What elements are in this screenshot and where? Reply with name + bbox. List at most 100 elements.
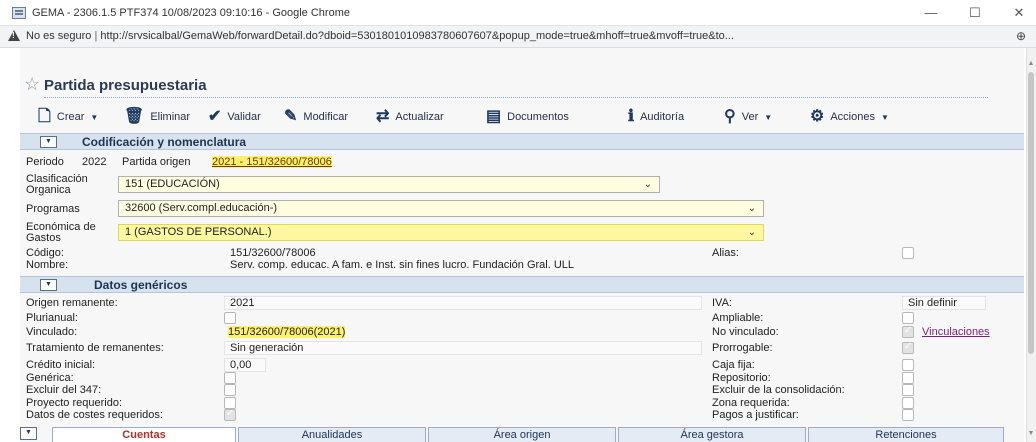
zona-requerida-checkbox[interactable] xyxy=(902,397,914,409)
plurianual-checkbox[interactable] xyxy=(224,312,236,324)
auditoria-button[interactable]: ℹ Auditoría xyxy=(628,106,684,128)
actualizar-button[interactable]: ⇄ Actualizar xyxy=(376,106,444,128)
refresh-icon: ⇄ xyxy=(376,108,390,125)
security-label: No es seguro xyxy=(26,30,92,42)
documentos-button[interactable]: ▤ Documentos xyxy=(486,106,569,128)
programas-selected: 32600 (Serv.compl.educación-) xyxy=(125,202,278,214)
window-title: GEMA - 2306.1.5 PTF374 10/08/2023 09:10:… xyxy=(32,7,350,19)
tab-anualidades[interactable]: Anualidades xyxy=(238,427,426,442)
ver-label: Ver xyxy=(741,111,759,123)
scroll-down-arrow[interactable]: ▼ xyxy=(1027,430,1035,438)
periodo-value: 2022 xyxy=(82,156,107,168)
documentos-label: Documentos xyxy=(507,111,569,123)
credito-inicial-label: Crédito inicial: xyxy=(26,359,96,371)
plurianual-label: Plurianual: xyxy=(26,312,78,324)
tab-cuentas[interactable]: Cuentas xyxy=(52,427,236,442)
collapse-tabs-button[interactable]: ▼ xyxy=(20,427,37,440)
url-value: http://srvsicalbal/GemaWeb/forwardDetail… xyxy=(100,30,734,42)
chevron-down-icon: ▼ xyxy=(90,112,99,122)
vinculado-label: Vinculado: xyxy=(26,326,78,338)
partida-origen-link[interactable]: 2021 - 151/32600/78006 xyxy=(212,156,332,168)
detail-tabs: ▼ Cuentas Anualidades Área origen Área g… xyxy=(20,424,1024,442)
repositorio-checkbox[interactable] xyxy=(902,372,914,384)
iva-label: IVA: xyxy=(712,297,732,309)
clasificacion-select[interactable]: 151 (EDUCACIÓN) ⌄ xyxy=(118,176,660,193)
repositorio-label: Repositorio: xyxy=(712,372,771,384)
excluir-347-label: Excluir del 347: xyxy=(26,384,102,396)
info-icon: ℹ xyxy=(628,108,635,125)
section-codificacion-title: Codificación y nomenclatura xyxy=(82,135,247,149)
chevron-down-icon: ▼ xyxy=(764,112,773,122)
scroll-thumb[interactable] xyxy=(1028,72,1034,354)
economica-select[interactable]: 1 (GASTOS DE PERSONAL.) ⌄ xyxy=(118,224,764,241)
excluir-consolidacion-label: Excluir de la consolidación: xyxy=(712,384,845,396)
alias-label: Alias: xyxy=(712,247,739,259)
auditoria-label: Auditoría xyxy=(640,111,685,123)
modificar-label: Modificar xyxy=(303,111,349,123)
chevron-down-icon: ⌄ xyxy=(747,203,756,214)
programas-label: Programas xyxy=(26,203,80,215)
actualizar-label: Actualizar xyxy=(395,111,444,123)
alias-field[interactable] xyxy=(902,247,914,259)
address-bar[interactable]: No es seguro | http://srvsicalbal/GemaWe… xyxy=(0,26,1036,48)
acciones-button[interactable]: ⚙ Acciones ▼ xyxy=(810,106,889,128)
modificar-button[interactable]: ✎ Modificar xyxy=(284,106,348,128)
ampliable-label: Ampliable: xyxy=(712,312,764,324)
close-button[interactable]: ✕ xyxy=(1006,3,1032,23)
page-title: Partida presupuestaria xyxy=(44,77,207,94)
economica-selected: 1 (GASTOS DE PERSONAL.) xyxy=(125,226,272,238)
chevron-down-icon: ▼ xyxy=(880,112,889,122)
clasificacion-label-2: Organica xyxy=(26,184,71,196)
zoom-icon[interactable]: ⊕ xyxy=(1016,29,1026,43)
caja-fija-checkbox[interactable] xyxy=(902,359,914,371)
trash-icon: 🗑 xyxy=(124,108,145,125)
no-vinculado-checkbox[interactable] xyxy=(902,325,914,338)
app-icon xyxy=(12,7,26,19)
nombre-label: Nombre: xyxy=(26,259,69,271)
vinculaciones-link[interactable]: Vinculaciones xyxy=(922,326,990,338)
iva-value: Sin definir xyxy=(902,296,986,310)
prorrogable-checkbox[interactable] xyxy=(902,341,914,354)
scroll-up-arrow[interactable]: ▲ xyxy=(1027,60,1035,68)
chevron-down-icon: ⌄ xyxy=(747,227,756,238)
caja-fija-label: Caja fija: xyxy=(712,359,755,371)
costes-requeridos-checkbox[interactable] xyxy=(224,408,236,421)
validar-button[interactable]: ✔ Validar xyxy=(208,106,261,128)
collapse-codificacion-button[interactable]: ▼ xyxy=(40,136,57,148)
generica-checkbox[interactable] xyxy=(224,372,236,384)
costes-requeridos-label: Datos de costes requeridos: xyxy=(26,409,163,421)
warning-icon[interactable] xyxy=(8,30,20,41)
excluir-347-checkbox[interactable] xyxy=(224,384,236,396)
economica-label-2: Gastos xyxy=(26,232,61,244)
eliminar-button[interactable]: 🗑 Eliminar xyxy=(124,106,190,128)
crear-label: Crear xyxy=(56,111,85,123)
excluir-consolidacion-checkbox[interactable] xyxy=(902,384,914,396)
tab-retenciones[interactable]: Retenciones xyxy=(808,427,1004,442)
url-text[interactable]: No es seguro | http://srvsicalbal/GemaWe… xyxy=(26,30,734,42)
section-codificacion: ▼ Codificación y nomenclatura xyxy=(20,133,1024,150)
crear-button[interactable]: 🗋 Crear ▼ xyxy=(38,106,98,128)
section-genericos: ▼ Datos genéricos xyxy=(20,276,1024,293)
title-divider xyxy=(44,97,988,98)
favorite-star-icon[interactable]: ☆ xyxy=(24,74,40,95)
tratamiento-label: Tratamiento de remanentes: xyxy=(26,342,164,354)
origen-remanente-label: Origen remanente: xyxy=(26,297,118,309)
url-separator: | xyxy=(94,30,98,42)
section-genericos-title: Datos genéricos xyxy=(94,278,188,292)
proyecto-requerido-label: Proyecto requerido: xyxy=(26,397,122,409)
zona-requerida-label: Zona requerida: xyxy=(712,397,790,409)
periodo-label: Periodo xyxy=(26,156,64,168)
search-icon: ⚲ xyxy=(724,108,736,125)
minimize-button[interactable]: — xyxy=(918,3,944,23)
nombre-value: Serv. comp. educac. A fam. e Inst. sin f… xyxy=(230,259,575,271)
tab-area-origen[interactable]: Área origen xyxy=(428,427,616,442)
pagos-justificar-checkbox[interactable] xyxy=(902,409,914,421)
ampliable-checkbox[interactable] xyxy=(902,312,914,324)
programas-select[interactable]: 32600 (Serv.compl.educación-) ⌄ xyxy=(118,200,764,217)
clasificacion-selected: 151 (EDUCACIÓN) xyxy=(125,178,220,190)
maximize-button[interactable]: ☐ xyxy=(962,3,988,23)
ver-button[interactable]: ⚲ Ver ▼ xyxy=(724,106,772,128)
collapse-genericos-button[interactable]: ▼ xyxy=(40,279,57,291)
generica-label: Genérica: xyxy=(26,372,74,384)
tab-area-gestora[interactable]: Área gestora xyxy=(618,427,806,442)
